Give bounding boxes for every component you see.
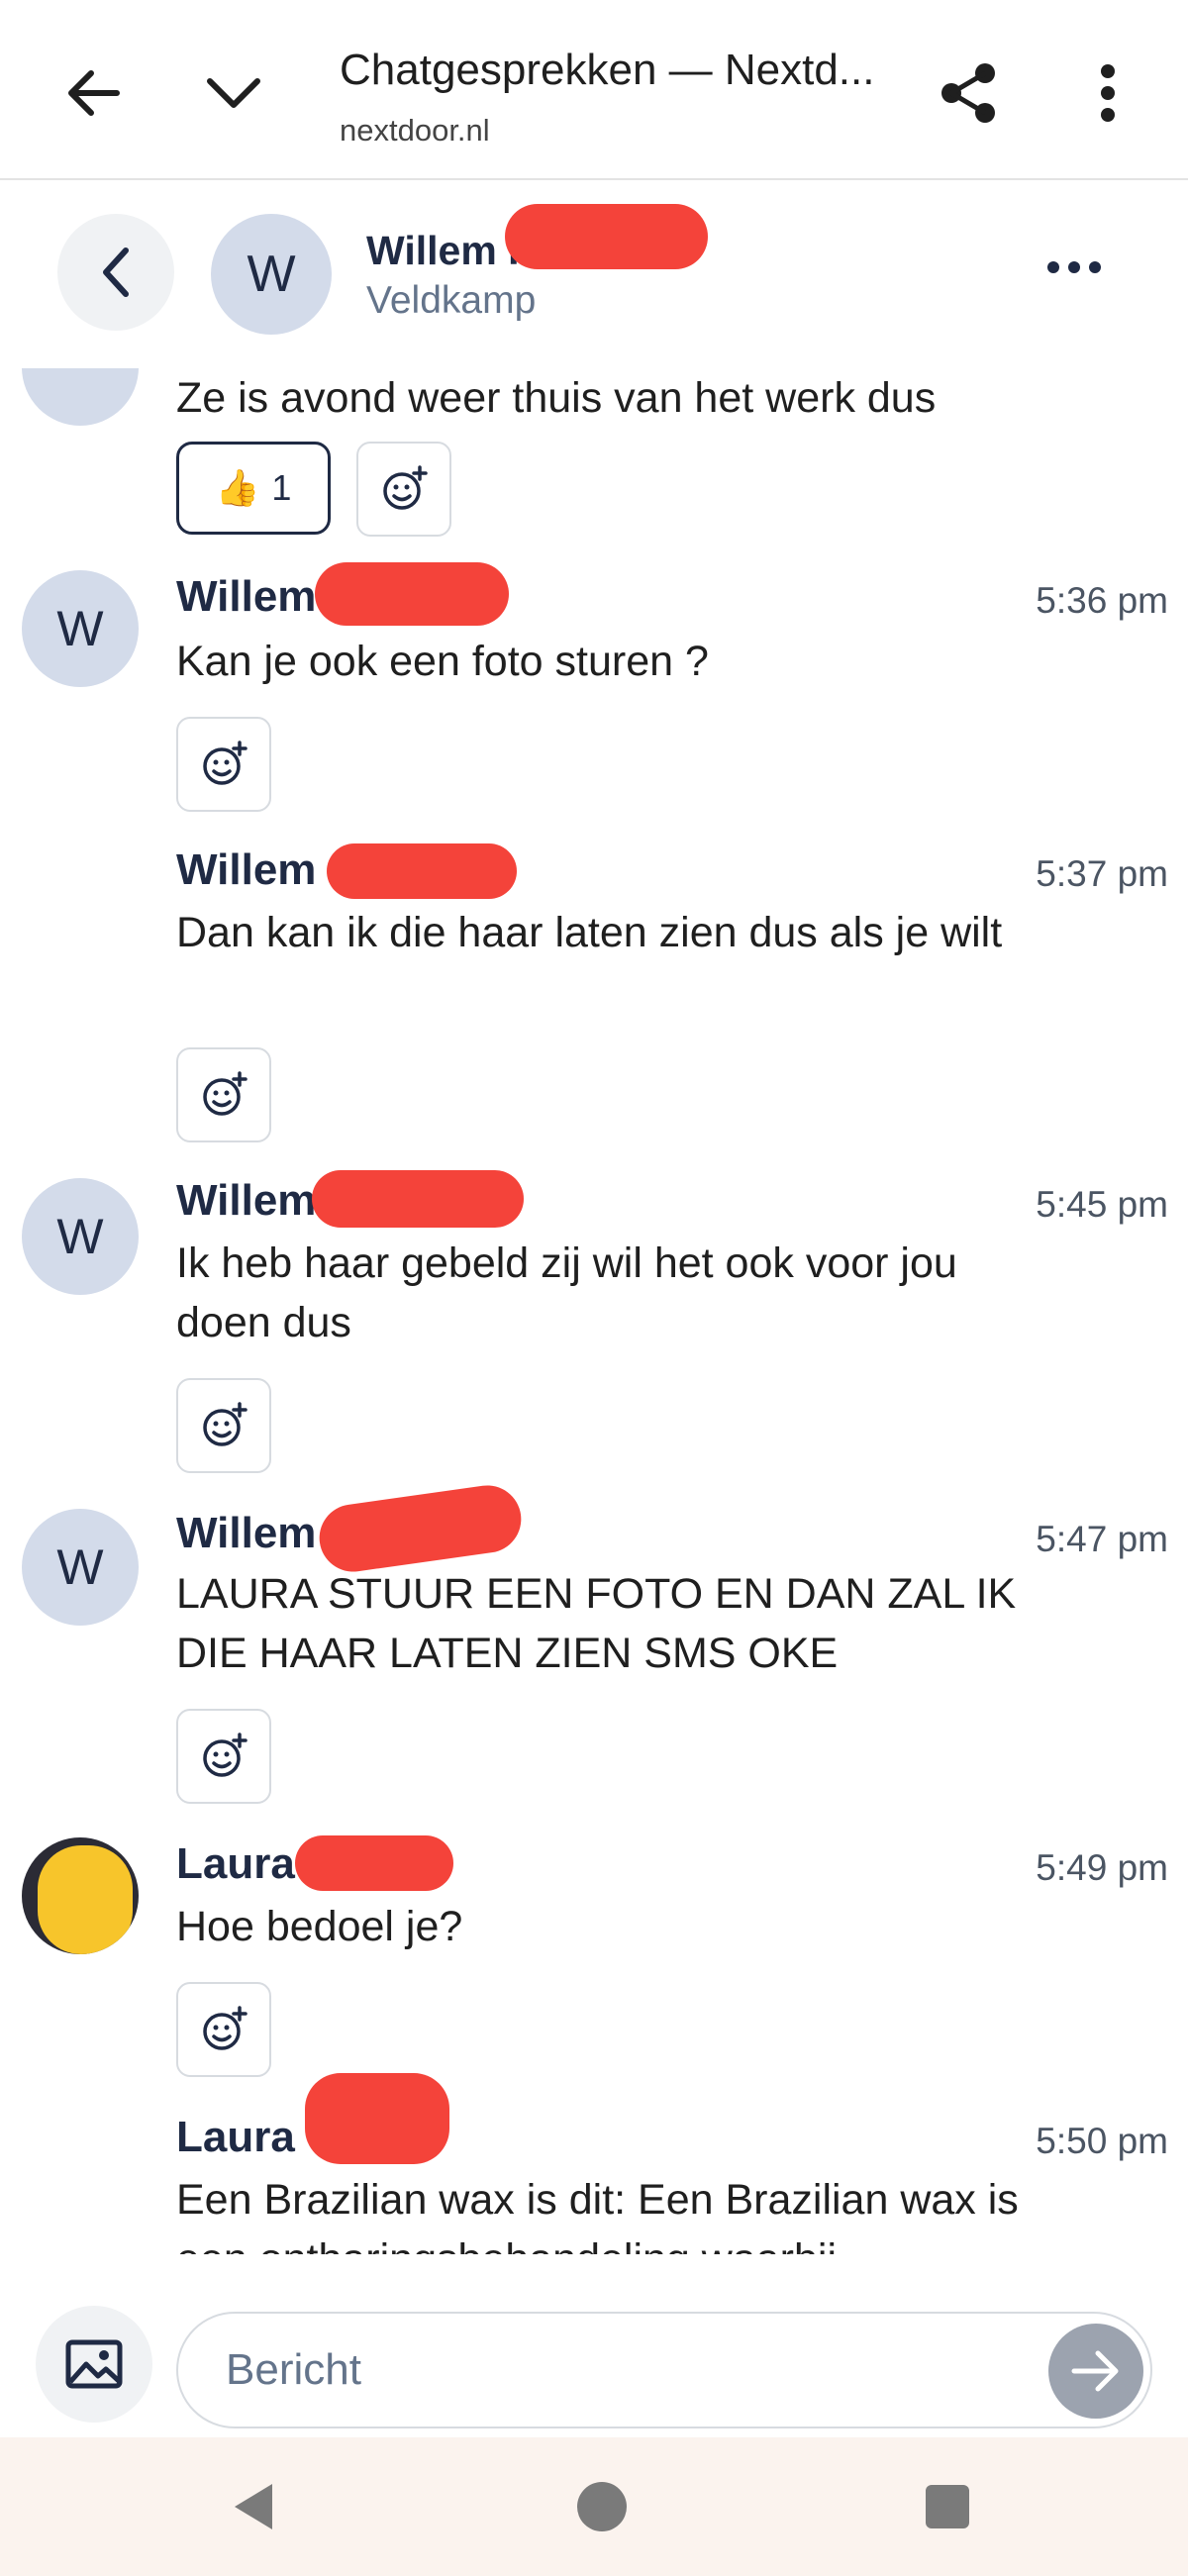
contact-avatar[interactable]: W	[211, 214, 332, 335]
sender-name: Willem	[176, 1176, 317, 1225]
add-reaction-button[interactable]	[176, 717, 271, 812]
nav-back-icon[interactable]	[209, 2462, 298, 2551]
page-title: Chatgesprekken — Nextd...	[340, 46, 875, 94]
add-reaction-icon	[203, 1071, 248, 1116]
chevron-left-icon	[103, 248, 129, 297]
sender-name: Willem	[176, 845, 317, 894]
system-navigation-bar	[0, 2437, 1188, 2576]
more-horizontal-icon[interactable]	[1030, 238, 1119, 297]
add-reaction-button[interactable]	[176, 1378, 271, 1473]
message-time: 5:36 pm	[1036, 580, 1168, 621]
redaction-mark	[312, 1170, 524, 1228]
nav-recents-icon[interactable]	[903, 2462, 992, 2551]
contact-neighbourhood: Veldkamp	[366, 279, 537, 322]
redaction-mark	[315, 562, 509, 626]
add-reaction-button[interactable]	[176, 1982, 271, 2077]
message-text: LAURA STUUR EEN FOTO EN DAN ZAL IK DIE H…	[176, 1570, 1017, 1677]
avatar	[22, 368, 139, 426]
message-text: Kan je ook een foto sturen ?	[176, 638, 709, 685]
chat-header: W Willem F Veldkamp	[0, 180, 1188, 368]
sender-name: Willem	[176, 1509, 317, 1557]
add-reaction-button[interactable]	[356, 442, 451, 537]
redaction-mark	[327, 843, 517, 899]
avatar[interactable]: W	[22, 570, 139, 687]
avatar[interactable]	[22, 1837, 139, 1954]
send-button[interactable]	[1048, 2324, 1143, 2419]
share-icon[interactable]	[926, 50, 1013, 137]
add-reaction-button[interactable]	[176, 1047, 271, 1142]
back-arrow-icon[interactable]	[50, 50, 137, 137]
sender-name: Laura	[176, 1839, 295, 1888]
thumbs-up-icon: 👍	[215, 467, 260, 508]
reaction-count: 1	[271, 467, 292, 508]
message-text: Ik heb haar gebeld zij wil het ook voor …	[176, 1239, 957, 1346]
image-icon	[65, 2339, 123, 2389]
add-reaction-icon	[203, 741, 248, 785]
avatar[interactable]: W	[22, 1178, 139, 1295]
redaction-mark	[295, 1835, 453, 1891]
message-time: 5:37 pm	[1036, 853, 1168, 894]
avatar[interactable]: W	[22, 1509, 139, 1626]
chevron-down-icon[interactable]	[190, 50, 277, 137]
add-reaction-button[interactable]	[176, 1709, 271, 1804]
sender-name: Laura	[176, 2113, 295, 2161]
redaction-mark	[305, 2073, 449, 2164]
add-reaction-icon	[203, 1733, 248, 1777]
message-time: 5:49 pm	[1036, 1847, 1168, 1888]
overflow-menu-icon[interactable]	[1064, 50, 1151, 137]
message-time: 5:47 pm	[1036, 1519, 1168, 1559]
redaction-mark	[315, 1481, 526, 1576]
message-input[interactable]	[176, 2312, 1152, 2428]
message-text: Hoe bedoel je?	[176, 1903, 463, 1950]
chat-back-button[interactable]	[57, 214, 174, 331]
message-list[interactable]: Ze is avond weer thuis van het werk dus …	[0, 368, 1188, 2254]
browser-toolbar: Chatgesprekken — Nextd... nextdoor.nl	[0, 0, 1188, 180]
message-time: 5:45 pm	[1036, 1184, 1168, 1225]
nav-home-icon[interactable]	[557, 2462, 646, 2551]
message-composer	[0, 2254, 1188, 2432]
add-reaction-icon	[203, 1402, 248, 1446]
message-text: Een Brazilian wax is dit: Een Brazilian …	[176, 2176, 1019, 2254]
avatar-redaction	[38, 1845, 133, 1954]
attach-image-button[interactable]	[36, 2306, 152, 2423]
add-reaction-icon	[383, 465, 428, 510]
sender-name: Willem	[176, 572, 317, 621]
message-text: Ze is avond weer thuis van het werk dus	[176, 374, 937, 422]
message-time: 5:50 pm	[1036, 2121, 1168, 2161]
reaction-thumbs-up[interactable]: 👍 1	[176, 442, 331, 535]
redaction-mark	[505, 204, 708, 269]
message-text: Dan kan ik die haar laten zien dus als j…	[176, 909, 1003, 956]
add-reaction-icon	[203, 2006, 248, 2050]
page-url[interactable]: nextdoor.nl	[340, 113, 490, 149]
send-arrow-icon	[1071, 2350, 1119, 2392]
